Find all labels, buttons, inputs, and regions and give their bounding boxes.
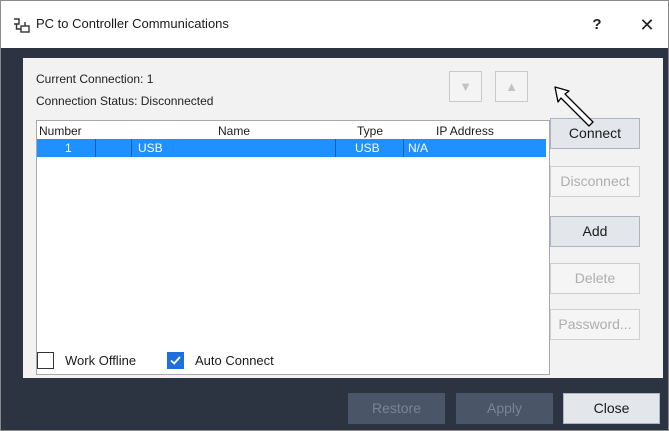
- cell-divider: [335, 139, 336, 157]
- delete-button[interactable]: Delete: [550, 263, 640, 294]
- password-button[interactable]: Password...: [550, 309, 640, 340]
- dialog-window: PC to Controller Communications ? ✕ Curr…: [0, 0, 669, 431]
- close-button[interactable]: Close: [563, 393, 660, 424]
- add-button[interactable]: Add: [550, 216, 640, 247]
- auto-connect-checkbox[interactable]: [167, 352, 184, 369]
- row-name: USB: [138, 141, 163, 155]
- close-window-button[interactable]: ✕: [635, 13, 659, 37]
- column-header-type[interactable]: Type: [357, 124, 383, 138]
- cell-divider: [403, 139, 404, 157]
- mouse-pointer-icon: [554, 86, 594, 127]
- apply-button[interactable]: Apply: [456, 393, 553, 424]
- work-offline-label[interactable]: Work Offline: [65, 353, 136, 368]
- connections-table: Number Name Type IP Address 1 USB USB N/…: [36, 120, 550, 375]
- cell-divider: [95, 139, 96, 157]
- table-row[interactable]: 1 USB USB N/A: [37, 139, 546, 157]
- row-number: 1: [65, 141, 72, 155]
- current-connection-text: Current Connection: 1: [36, 72, 154, 86]
- cell-divider: [131, 139, 132, 157]
- move-down-button[interactable]: ▼: [449, 71, 482, 102]
- auto-connect-label[interactable]: Auto Connect: [195, 353, 274, 368]
- connection-icon: [14, 18, 30, 33]
- title-bar[interactable]: PC to Controller Communications ? ✕: [1, 1, 668, 48]
- help-button[interactable]: ?: [585, 13, 609, 37]
- window-title: PC to Controller Communications: [36, 16, 229, 31]
- restore-button[interactable]: Restore: [348, 393, 445, 424]
- column-header-number[interactable]: Number: [39, 124, 82, 138]
- move-up-button[interactable]: ▲: [495, 71, 528, 102]
- work-offline-checkbox[interactable]: [37, 352, 54, 369]
- disconnect-button[interactable]: Disconnect: [550, 166, 640, 197]
- column-header-name[interactable]: Name: [218, 124, 250, 138]
- row-ip-address: N/A: [408, 141, 429, 155]
- column-header-ip-address[interactable]: IP Address: [436, 124, 494, 138]
- connection-status-text: Connection Status: Disconnected: [36, 94, 214, 108]
- checkmark-icon: [170, 356, 181, 365]
- row-type: USB: [355, 141, 380, 155]
